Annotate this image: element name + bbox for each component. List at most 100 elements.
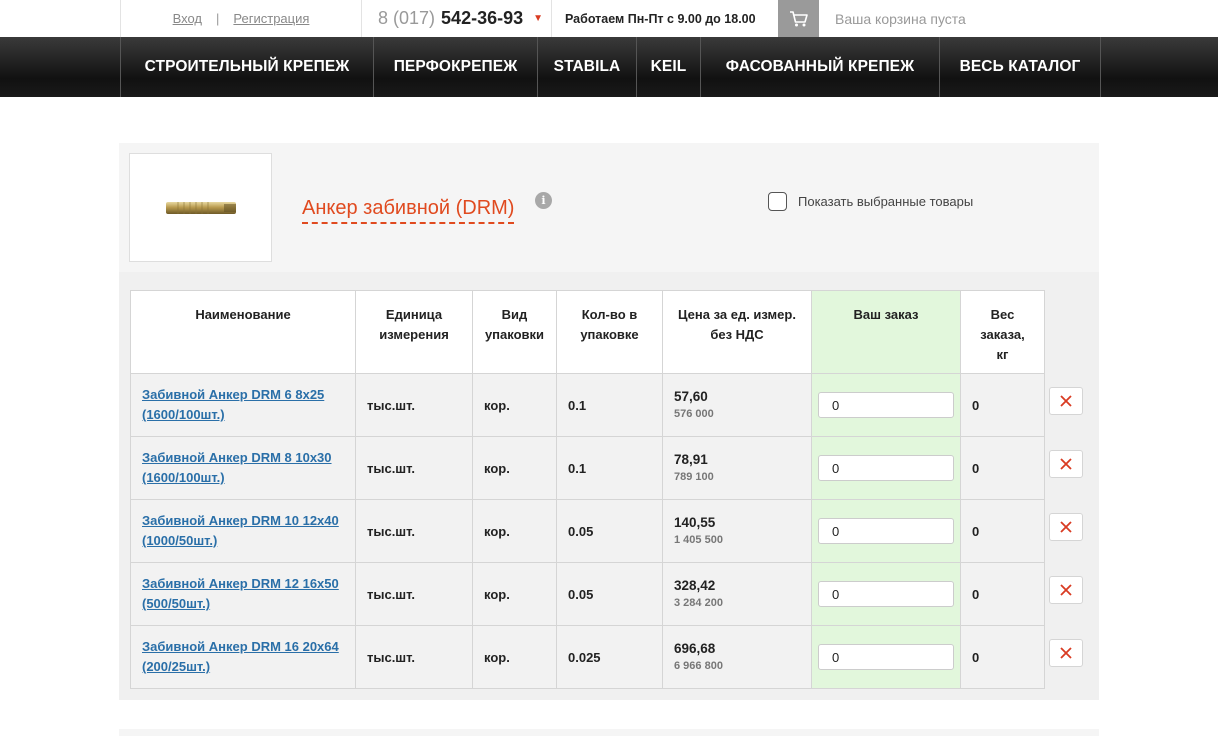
qty-cell: 0.1 [556, 373, 663, 437]
order-cell [811, 562, 961, 626]
cart-icon [789, 10, 808, 26]
header-name: Наименование [130, 290, 356, 374]
table-row: Забивной Анкер DRM 12 16x50 (500/50шт.) т… [130, 562, 1045, 626]
pack-cell: кор. [472, 625, 557, 689]
product-name-cell: Забивной Анкер DRM 6 8x25 (1600/100шт.) [130, 373, 356, 437]
remove-row-button[interactable] [1049, 576, 1083, 604]
header-pack-qty: Кол-во в упаковке [556, 290, 663, 374]
product-link[interactable]: Забивной Анкер DRM 8 10x30 (1600/100шт.) [142, 450, 332, 485]
nav-item-construction-fasteners[interactable]: СТРОИТЕЛЬНЫЙ КРЕПЕЖ [121, 37, 374, 97]
qty-cell: 0.1 [556, 436, 663, 500]
header-price: Цена за ед. измер. без НДС [662, 290, 812, 374]
auth-separator: | [216, 11, 220, 26]
remove-row-button[interactable] [1049, 513, 1083, 541]
price-old-value: 6 966 800 [674, 660, 723, 672]
header-pack-type: Вид упаковки [472, 290, 557, 374]
header-weight: Вес заказа, кг [960, 290, 1045, 374]
header-unit: Единица измерения [355, 290, 473, 374]
cart-status[interactable]: Ваша корзина пуста [835, 0, 966, 37]
close-icon [1060, 521, 1072, 533]
show-selected-toggle[interactable]: Показать выбранные товары [768, 192, 973, 211]
product-image[interactable] [129, 153, 272, 262]
cart-button[interactable] [778, 0, 819, 37]
pack-cell: кор. [472, 499, 557, 563]
unit-cell: тыс.шт. [355, 625, 473, 689]
price-old-value: 1 405 500 [674, 534, 723, 546]
nav-item-perforated-fasteners[interactable]: ПЕРФОКРЕПЕЖ [374, 37, 538, 97]
qty-cell: 0.025 [556, 625, 663, 689]
pack-cell: кор. [472, 436, 557, 500]
main-navigation: СТРОИТЕЛЬНЫЙ КРЕПЕЖ ПЕРФОКРЕПЕЖ STABILA … [0, 37, 1218, 97]
price-old-value: 789 100 [674, 471, 714, 483]
order-cell [811, 373, 961, 437]
product-link[interactable]: Забивной Анкер DRM 12 16x50 (500/50шт.) [142, 576, 339, 611]
phone-prefix: 8 (017) [378, 8, 436, 28]
order-cell [811, 499, 961, 563]
top-bar: Вход | Регистрация 8 (017) 542-36-93 ▼ Р… [0, 0, 1218, 37]
order-quantity-input[interactable] [818, 455, 954, 481]
close-icon [1060, 458, 1072, 470]
weight-cell: 0 [960, 562, 1045, 626]
triangle-down-icon[interactable]: ▼ [533, 13, 543, 24]
remove-row-button[interactable] [1049, 387, 1083, 415]
pack-cell: кор. [472, 562, 557, 626]
order-quantity-input[interactable] [818, 644, 954, 670]
phone-number: 542-36-93 [441, 8, 524, 28]
header-order: Ваш заказ [811, 290, 961, 374]
unit-cell: тыс.шт. [355, 562, 473, 626]
product-link[interactable]: Забивной Анкер DRM 10 12x40 (1000/50шт.) [142, 513, 339, 548]
nav-item-keil[interactable]: KEIL [637, 37, 701, 97]
price-value: 78,91 [674, 452, 708, 467]
price-cell: 78,91 789 100 [662, 436, 812, 500]
order-cell [811, 436, 961, 500]
product-link[interactable]: Забивной Анкер DRM 6 8x25 (1600/100шт.) [142, 387, 324, 422]
unit-cell: тыс.шт. [355, 373, 473, 437]
show-selected-checkbox[interactable] [768, 192, 787, 211]
price-cell: 57,60 576 000 [662, 373, 812, 437]
nav-item-full-catalog[interactable]: ВЕСЬ КАТАЛОГ [940, 37, 1101, 97]
table-row: Забивной Анкер DRM 16 20x64 (200/25шт.) т… [130, 625, 1045, 689]
weight-cell: 0 [960, 373, 1045, 437]
price-old-value: 3 284 200 [674, 597, 723, 609]
qty-cell: 0.05 [556, 499, 663, 563]
price-old-value: 576 000 [674, 408, 714, 420]
nav-menu: СТРОИТЕЛЬНЫЙ КРЕПЕЖ ПЕРФОКРЕПЕЖ STABILA … [120, 37, 1101, 97]
product-name-cell: Забивной Анкер DRM 8 10x30 (1600/100шт.) [130, 436, 356, 500]
show-selected-label: Показать выбранные товары [798, 194, 974, 209]
product-link[interactable]: Забивной Анкер DRM 16 20x64 (200/25шт.) [142, 639, 339, 674]
price-cell: 328,42 3 284 200 [662, 562, 812, 626]
order-quantity-input[interactable] [818, 392, 954, 418]
nav-item-stabila[interactable]: STABILA [538, 37, 637, 97]
register-link[interactable]: Регистрация [233, 11, 309, 26]
remove-row-button[interactable] [1049, 639, 1083, 667]
price-value: 57,60 [674, 389, 708, 404]
product-name-cell: Забивной Анкер DRM 10 12x40 (1000/50шт.) [130, 499, 356, 563]
close-icon [1060, 647, 1072, 659]
product-name-cell: Забивной Анкер DRM 16 20x64 (200/25шт.) [130, 625, 356, 689]
unit-cell: тыс.шт. [355, 436, 473, 500]
table-row: Забивной Анкер DRM 10 12x40 (1000/50шт.) … [130, 499, 1045, 563]
qty-cell: 0.05 [556, 562, 663, 626]
products-table: Наименование Единица измерения Вид упаковк… [130, 290, 1045, 689]
auth-links: Вход | Регистрация [120, 0, 362, 37]
weight-cell: 0 [960, 436, 1045, 500]
product-title[interactable]: Анкер забивной (DRM) [302, 197, 515, 224]
remove-row-button[interactable] [1049, 450, 1083, 478]
product-panel: Анкер забивной (DRM) i Показать выбранны… [119, 143, 1099, 700]
order-cell [811, 625, 961, 689]
nav-item-packaged-fasteners[interactable]: ФАСОВАННЫЙ КРЕПЕЖ [701, 37, 940, 97]
work-hours: Работаем Пн-Пт с 9.00 до 18.00 [565, 11, 756, 26]
order-quantity-input[interactable] [818, 581, 954, 607]
price-cell: 140,55 1 405 500 [662, 499, 812, 563]
close-icon [1060, 395, 1072, 407]
table-row: Забивной Анкер DRM 8 10x30 (1600/100шт.) … [130, 436, 1045, 500]
table-header-row: Наименование Единица измерения Вид упаковк… [130, 290, 1045, 374]
phone-block[interactable]: 8 (017) 542-36-93 ▼ [362, 0, 552, 37]
info-icon[interactable]: i [535, 192, 552, 209]
weight-cell: 0 [960, 625, 1045, 689]
order-quantity-input[interactable] [818, 518, 954, 544]
close-icon [1060, 584, 1072, 596]
login-link[interactable]: Вход [173, 11, 202, 26]
unit-cell: тыс.шт. [355, 499, 473, 563]
price-cell: 696,68 6 966 800 [662, 625, 812, 689]
